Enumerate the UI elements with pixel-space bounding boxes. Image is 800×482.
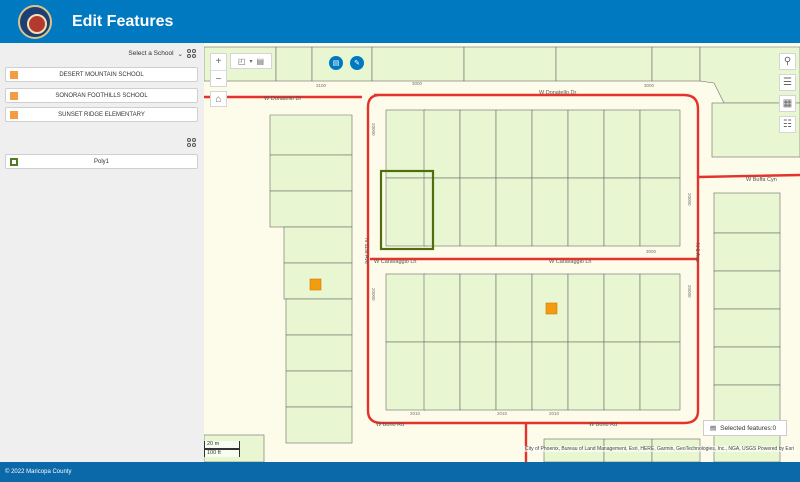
selection-icon: ▤	[710, 425, 717, 432]
chevron-down-icon: ⌄	[177, 50, 183, 58]
zoom-out-button[interactable]: −	[211, 70, 226, 87]
zoom-controls: + −	[210, 53, 227, 87]
layers-icon: ☰	[783, 77, 792, 88]
street-label: N 11st Ave	[363, 238, 369, 264]
map-attribution[interactable]: City of Phoenix, Bureau of Land Manageme…	[522, 446, 796, 452]
school-label: SUNSET RIDGE ELEMENTARY	[58, 111, 145, 118]
page-title: Edit Features	[72, 12, 174, 30]
grid-view-icon[interactable]	[187, 49, 196, 58]
basemap-gallery-button[interactable]: ▦	[779, 95, 796, 112]
svg-text:20000: 20000	[687, 285, 692, 298]
svg-text:3100: 3100	[316, 83, 327, 88]
clear-selection-icon[interactable]: ▤	[257, 57, 265, 66]
home-button[interactable]: ⌂	[210, 91, 227, 107]
street-label: W Bono Rd	[589, 422, 617, 428]
chevron-down-icon[interactable]: ▾	[249, 58, 252, 65]
street-label: W Caravaggio Ln	[549, 259, 592, 265]
school-item-sonoran-foothills[interactable]: SONORAN FOOTHILLS SCHOOL	[5, 88, 198, 103]
school-select[interactable]: Select a School ⌄	[128, 49, 196, 58]
street-label: W Caravaggio Ln	[374, 259, 417, 265]
school-item-sunset-ridge[interactable]: SUNSET RIDGE ELEMENTARY	[5, 107, 198, 122]
svg-text:20000: 20000	[371, 123, 376, 136]
scale-imperial: 100 ft	[204, 449, 240, 457]
svg-text:3000: 3000	[412, 81, 423, 86]
sidebar: Select a School ⌄ DESERT MOUNTAIN SCHOOL…	[0, 43, 204, 462]
scale-bar: 20 m 100 ft	[204, 441, 240, 457]
map-view[interactable]: W Donatello Dr W Donatello Dr W Caravagg…	[204, 43, 800, 462]
legend-button[interactable]: ☷	[779, 116, 796, 133]
selected-features-label: Selected features:0	[720, 424, 777, 432]
parcels	[204, 46, 800, 462]
polygon-toolbar	[187, 138, 196, 147]
school-label: DESERT MOUNTAIN SCHOOL	[59, 71, 144, 78]
school-marker-icon	[10, 70, 18, 79]
selected-features-indicator[interactable]: ▤ Selected features:0	[703, 420, 787, 436]
footer-copyright: © 2022 Maricopa County	[5, 469, 72, 475]
app-footer: © 2022 Maricopa County	[0, 462, 800, 482]
svg-text:2010: 2010	[410, 411, 421, 416]
table-icon: ▤	[332, 60, 340, 67]
svg-text:3000: 3000	[646, 249, 657, 254]
search-icon: ⚲	[783, 56, 792, 67]
polygon-label: Poly1	[93, 158, 109, 165]
scale-metric: 20 m	[204, 441, 240, 449]
school-marker-icon	[10, 91, 18, 100]
basemap-gallery-icon: ▦	[782, 98, 793, 109]
search-button[interactable]: ⚲	[779, 53, 796, 70]
basemap: W Donatello Dr W Donatello Dr W Caravagg…	[204, 46, 800, 462]
school-select-label: Select a School	[128, 50, 174, 57]
school-marker	[545, 302, 558, 315]
edit-icon: ✎	[354, 60, 360, 67]
select-tool-icon[interactable]: ◰	[238, 57, 246, 66]
street-label: W Bono Rd	[376, 422, 404, 428]
polygon-icon	[10, 157, 18, 166]
county-logo	[18, 4, 52, 39]
home-icon: ⌂	[215, 93, 222, 105]
school-label: SONORAN FOOTHILLS SCHOOL	[55, 92, 148, 99]
zoom-in-button[interactable]: +	[216, 53, 222, 70]
app-header: Edit Features	[0, 0, 800, 43]
layers-button[interactable]: ☰	[779, 74, 796, 91]
grid-view-icon[interactable]	[187, 138, 196, 147]
street-label: W Donatello Dr	[264, 96, 301, 102]
svg-text:20000: 20000	[371, 288, 376, 301]
svg-text:2010: 2010	[549, 411, 560, 416]
selection-toolbar: ◰ ▾ ▤	[230, 53, 272, 69]
table-view-button[interactable]: ▤	[329, 56, 343, 70]
school-marker	[309, 278, 322, 291]
school-item-desert-mountain[interactable]: DESERT MOUNTAIN SCHOOL	[5, 67, 198, 82]
street-label: N 1 Ave	[694, 243, 700, 262]
svg-text:2010: 2010	[497, 411, 508, 416]
street-label: W Buffa Cyn	[746, 177, 777, 183]
edit-button[interactable]: ✎	[350, 56, 364, 70]
legend-icon: ☷	[783, 119, 792, 130]
polygon-item-poly1[interactable]: Poly1	[5, 154, 198, 169]
school-marker-icon	[10, 110, 18, 119]
svg-text:20000: 20000	[687, 193, 692, 206]
svg-text:3000: 3000	[644, 83, 655, 88]
street-label: W Donatello Dr	[539, 90, 576, 96]
